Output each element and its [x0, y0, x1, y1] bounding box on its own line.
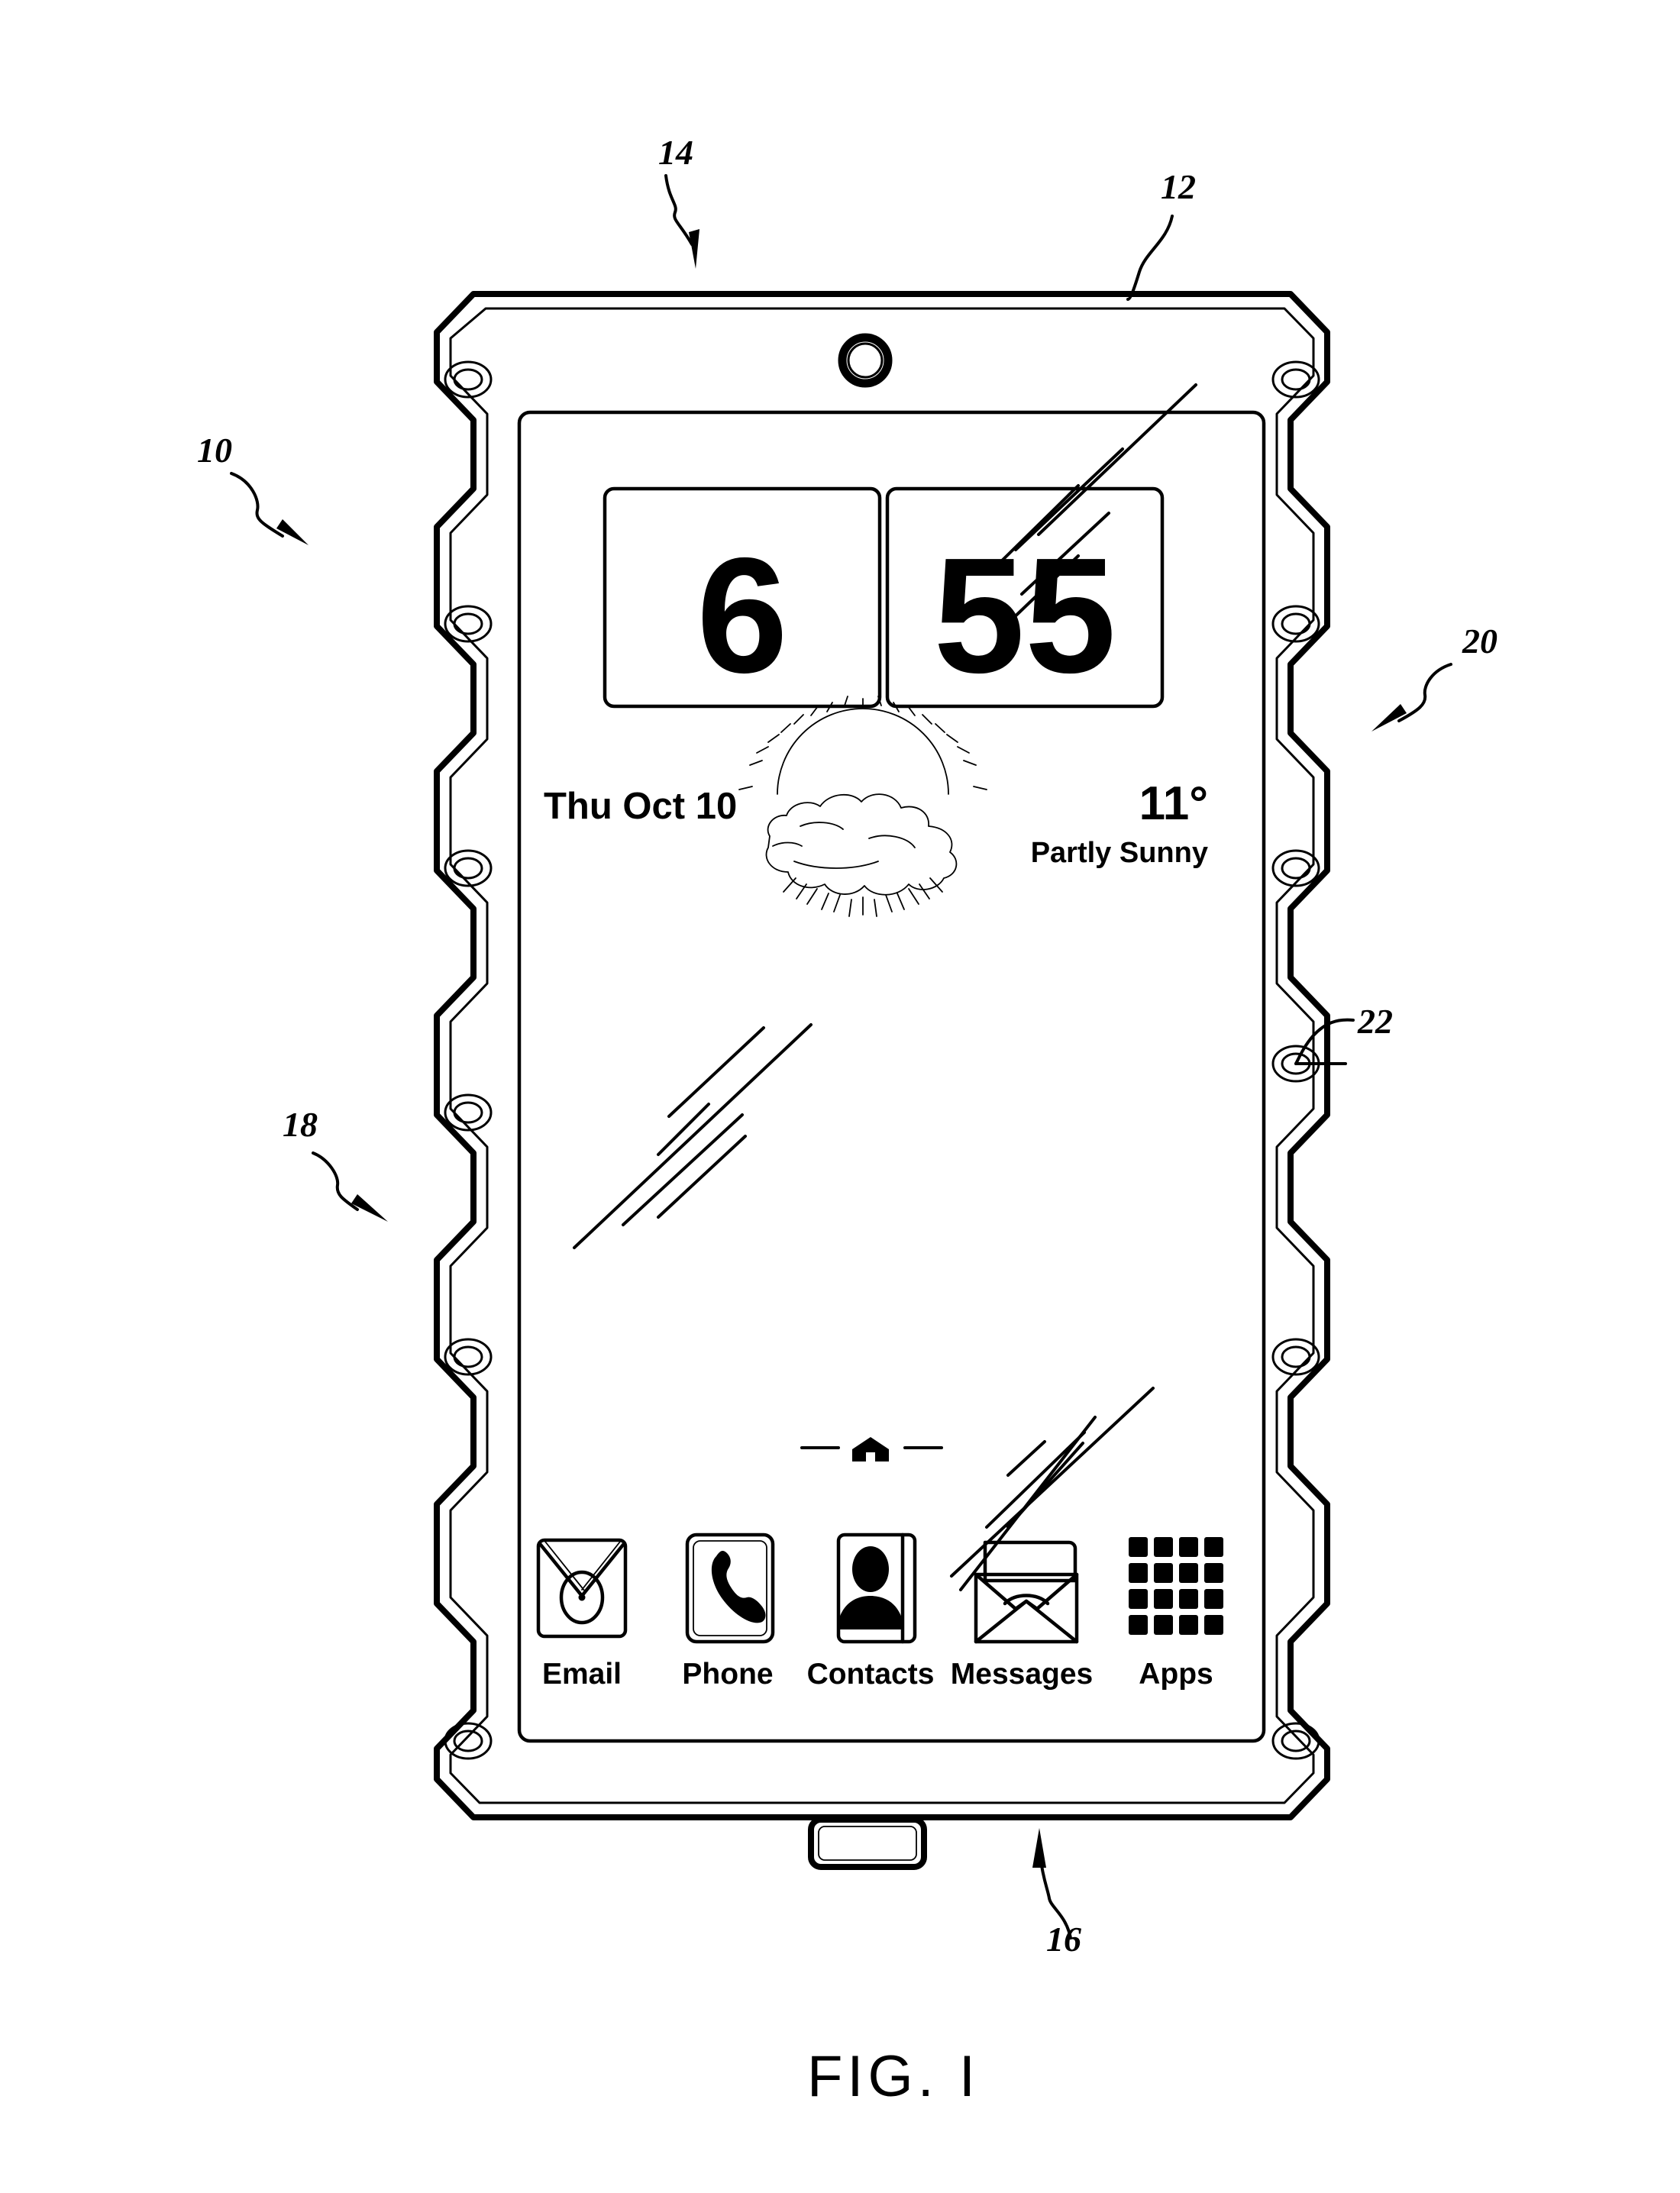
fastener-hole: [444, 849, 493, 887]
fastener-hole: [444, 1093, 493, 1132]
fastener-hole: [444, 1722, 493, 1760]
weather-condition-label: Partly Sunny: [1031, 837, 1208, 869]
ref-numeral-18: 18: [283, 1105, 318, 1144]
screen-glare-bottom-right: [950, 1387, 1155, 1591]
ref-numeral-10: 10: [197, 431, 232, 470]
app-icon-apps[interactable]: [1129, 1537, 1223, 1635]
date-label: Thu Oct 10: [544, 786, 737, 827]
fastener-hole: [444, 1338, 493, 1376]
fastener-hole: [444, 605, 493, 643]
app-label-contacts: Contacts: [807, 1658, 935, 1691]
leader-12: [1126, 215, 1174, 301]
fastener-hole: [1271, 849, 1320, 887]
fastener-hole: [1271, 360, 1320, 399]
protective-case-outer: [434, 291, 1330, 1820]
leader-14: [664, 174, 699, 269]
screen-glare-center: [573, 1023, 813, 1249]
leader-10: [230, 472, 309, 545]
app-icon-messages[interactable]: [974, 1540, 1079, 1644]
figure-caption: FIG. I: [807, 2044, 980, 2109]
app-icon-contacts[interactable]: [836, 1533, 917, 1644]
app-icon-phone[interactable]: [685, 1533, 775, 1644]
ref-numeral-14: 14: [658, 133, 693, 172]
app-icon-email[interactable]: [536, 1538, 628, 1639]
app-label-messages: Messages: [951, 1658, 1093, 1691]
app-label-apps: Apps: [1139, 1658, 1213, 1691]
ref-numeral-16: 16: [1046, 1920, 1081, 1959]
ref-numeral-20: 20: [1462, 622, 1497, 660]
front-camera-icon: [838, 333, 893, 388]
temperature-label: 11°: [1139, 777, 1208, 830]
leader-18: [312, 1151, 388, 1222]
home-indicator[interactable]: [800, 1437, 943, 1461]
leader-20: [1371, 663, 1452, 732]
app-label-phone: Phone: [682, 1658, 773, 1691]
fastener-hole: [1271, 1338, 1320, 1376]
patent-figure: 6 55 Thu Oct 10 11° Partly Sunny Email P…: [0, 0, 1680, 2193]
app-label-email: Email: [542, 1658, 622, 1691]
clock-widget[interactable]: 6 55: [603, 486, 1165, 709]
sun-behind-cloud-icon: [738, 696, 987, 917]
ref-numeral-12: 12: [1161, 167, 1196, 206]
clock-minutes-digits: 55: [933, 523, 1116, 707]
fastener-hole: [444, 360, 493, 399]
clock-hours-digit: 6: [696, 523, 788, 707]
fastener-hole: [1271, 605, 1320, 643]
display-screen-bezel: [517, 410, 1266, 1743]
fastener-hole: [1271, 1722, 1320, 1760]
ref-numeral-22: 22: [1357, 1002, 1393, 1041]
home-icon: [852, 1437, 889, 1461]
home-button[interactable]: [808, 1817, 927, 1870]
figure-canvas: 6 55 Thu Oct 10 11° Partly Sunny Email P…: [197, 133, 1497, 2109]
